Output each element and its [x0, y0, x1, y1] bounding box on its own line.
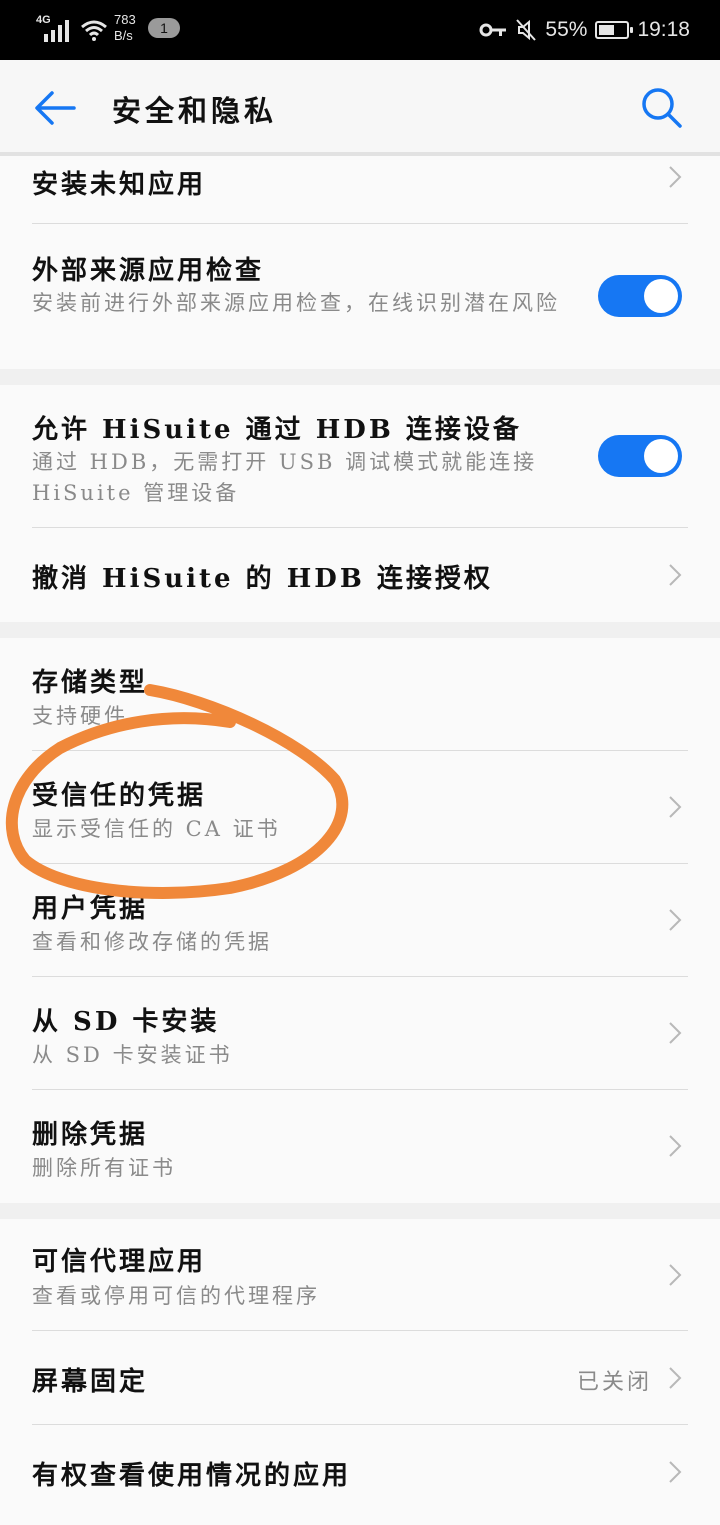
chevron-right-icon	[668, 908, 682, 932]
item-title: 用户凭据	[32, 894, 149, 924]
item-subtitle: 通过 HDB，无需打开 USB 调试模式就能连接 HiSuite 管理设备	[32, 450, 538, 505]
list-item-revoke-hdb-auth[interactable]: 撤消 HiSuite 的 HDB 连接授权	[0, 528, 720, 622]
list-item-clear-credentials[interactable]: 删除凭据 删除所有证书	[0, 1090, 720, 1203]
clock: 19:18	[637, 18, 690, 41]
chevron-right-icon	[668, 563, 682, 587]
item-subtitle: 从 SD 卡安装证书	[32, 1043, 233, 1067]
battery-icon	[595, 21, 634, 39]
chevron-right-icon	[668, 1366, 682, 1390]
chevron-right-icon	[668, 795, 682, 819]
section-gap	[0, 1203, 720, 1219]
item-title: 安装未知应用	[32, 170, 207, 200]
item-subtitle: 显示受信任的 CA 证书	[32, 817, 281, 841]
item-title: 屏幕固定	[32, 1367, 149, 1397]
item-title: 从 SD 卡安装	[32, 1007, 220, 1037]
item-subtitle: 安装前进行外部来源应用检查，在线识别潜在风险	[32, 291, 560, 315]
section-credentials: 存储类型 支持硬件 受信任的凭据 显示受信任的 CA 证书 用户凭据 查看和修改…	[0, 638, 720, 1203]
page-title: 安全和隐私	[112, 94, 278, 128]
mute-icon	[516, 19, 537, 41]
list-item-install-from-sd[interactable]: 从 SD 卡安装 从 SD 卡安装证书	[0, 977, 720, 1090]
settings-list: 安装未知应用 外部来源应用检查 安装前进行外部来源应用检查，在线识别潜在风险 允…	[0, 156, 720, 1525]
toggle-knob	[644, 439, 678, 473]
list-item-trust-agents[interactable]: 可信代理应用 查看或停用可信的代理程序	[0, 1219, 720, 1331]
section-gap	[0, 369, 720, 385]
hisuite-hdb-toggle[interactable]	[598, 435, 682, 477]
item-title: 可信代理应用	[32, 1247, 207, 1277]
chevron-right-icon	[668, 1263, 682, 1287]
toggle-knob	[644, 279, 678, 313]
item-title: 存储类型	[32, 668, 149, 698]
list-item-allow-hisuite-hdb[interactable]: 允许 HiSuite 通过 HDB 连接设备 通过 HDB，无需打开 USB 调…	[0, 385, 720, 528]
status-bar: 4G 783 B/s 1 55% 19:18	[0, 0, 720, 60]
item-subtitle: 查看或停用可信的代理程序	[32, 1284, 320, 1308]
item-title: 允许 HiSuite 通过 HDB 连接设备	[32, 415, 522, 445]
search-icon[interactable]	[640, 86, 684, 130]
section-advanced: 可信代理应用 查看或停用可信的代理程序 屏幕固定 已关闭 有权查看使用情况的应用	[0, 1219, 720, 1525]
list-item-storage-type: 存储类型 支持硬件	[0, 638, 720, 751]
chevron-right-icon	[668, 1134, 682, 1158]
item-title: 受信任的凭据	[32, 781, 207, 811]
app-bar: 安全和隐私	[0, 60, 720, 152]
signal-icon	[44, 20, 69, 42]
arrow-left-icon[interactable]	[34, 88, 78, 128]
section-hisuite: 允许 HiSuite 通过 HDB 连接设备 通过 HDB，无需打开 USB 调…	[0, 385, 720, 622]
item-title: 撤消 HiSuite 的 HDB 连接授权	[32, 564, 493, 594]
list-item-screen-pinning[interactable]: 屏幕固定 已关闭	[0, 1331, 720, 1425]
item-title: 有权查看使用情况的应用	[32, 1461, 352, 1491]
chevron-right-icon	[668, 165, 682, 189]
key-icon	[479, 23, 507, 37]
battery-percent: 55%	[545, 18, 588, 41]
notification-badge: 1	[148, 18, 180, 38]
list-item-trusted-credentials[interactable]: 受信任的凭据 显示受信任的 CA 证书	[0, 751, 720, 864]
list-item-external-source-check[interactable]: 外部来源应用检查 安装前进行外部来源应用检查，在线识别潜在风险	[0, 224, 720, 369]
external-check-toggle[interactable]	[598, 275, 682, 317]
item-subtitle: 查看和修改存储的凭据	[32, 930, 272, 954]
list-item-usage-access[interactable]: 有权查看使用情况的应用	[0, 1425, 720, 1525]
list-item-install-unknown-apps[interactable]: 安装未知应用	[0, 156, 720, 224]
item-subtitle: 支持硬件	[32, 704, 128, 728]
list-item-user-credentials[interactable]: 用户凭据 查看和修改存储的凭据	[0, 864, 720, 977]
item-title: 删除凭据	[32, 1120, 149, 1150]
chevron-right-icon	[668, 1460, 682, 1484]
wifi-icon	[81, 20, 107, 41]
battery-level	[599, 25, 614, 35]
section-app-install: 安装未知应用 外部来源应用检查 安装前进行外部来源应用检查，在线识别潜在风险	[0, 156, 720, 369]
item-title: 外部来源应用检查	[32, 256, 265, 286]
section-gap	[0, 622, 720, 638]
status-right: 55% 19:18	[479, 15, 690, 45]
item-subtitle: 删除所有证书	[32, 1156, 176, 1180]
screen-pinning-status: 已关闭	[576, 1370, 652, 1395]
chevron-right-icon	[668, 1021, 682, 1045]
